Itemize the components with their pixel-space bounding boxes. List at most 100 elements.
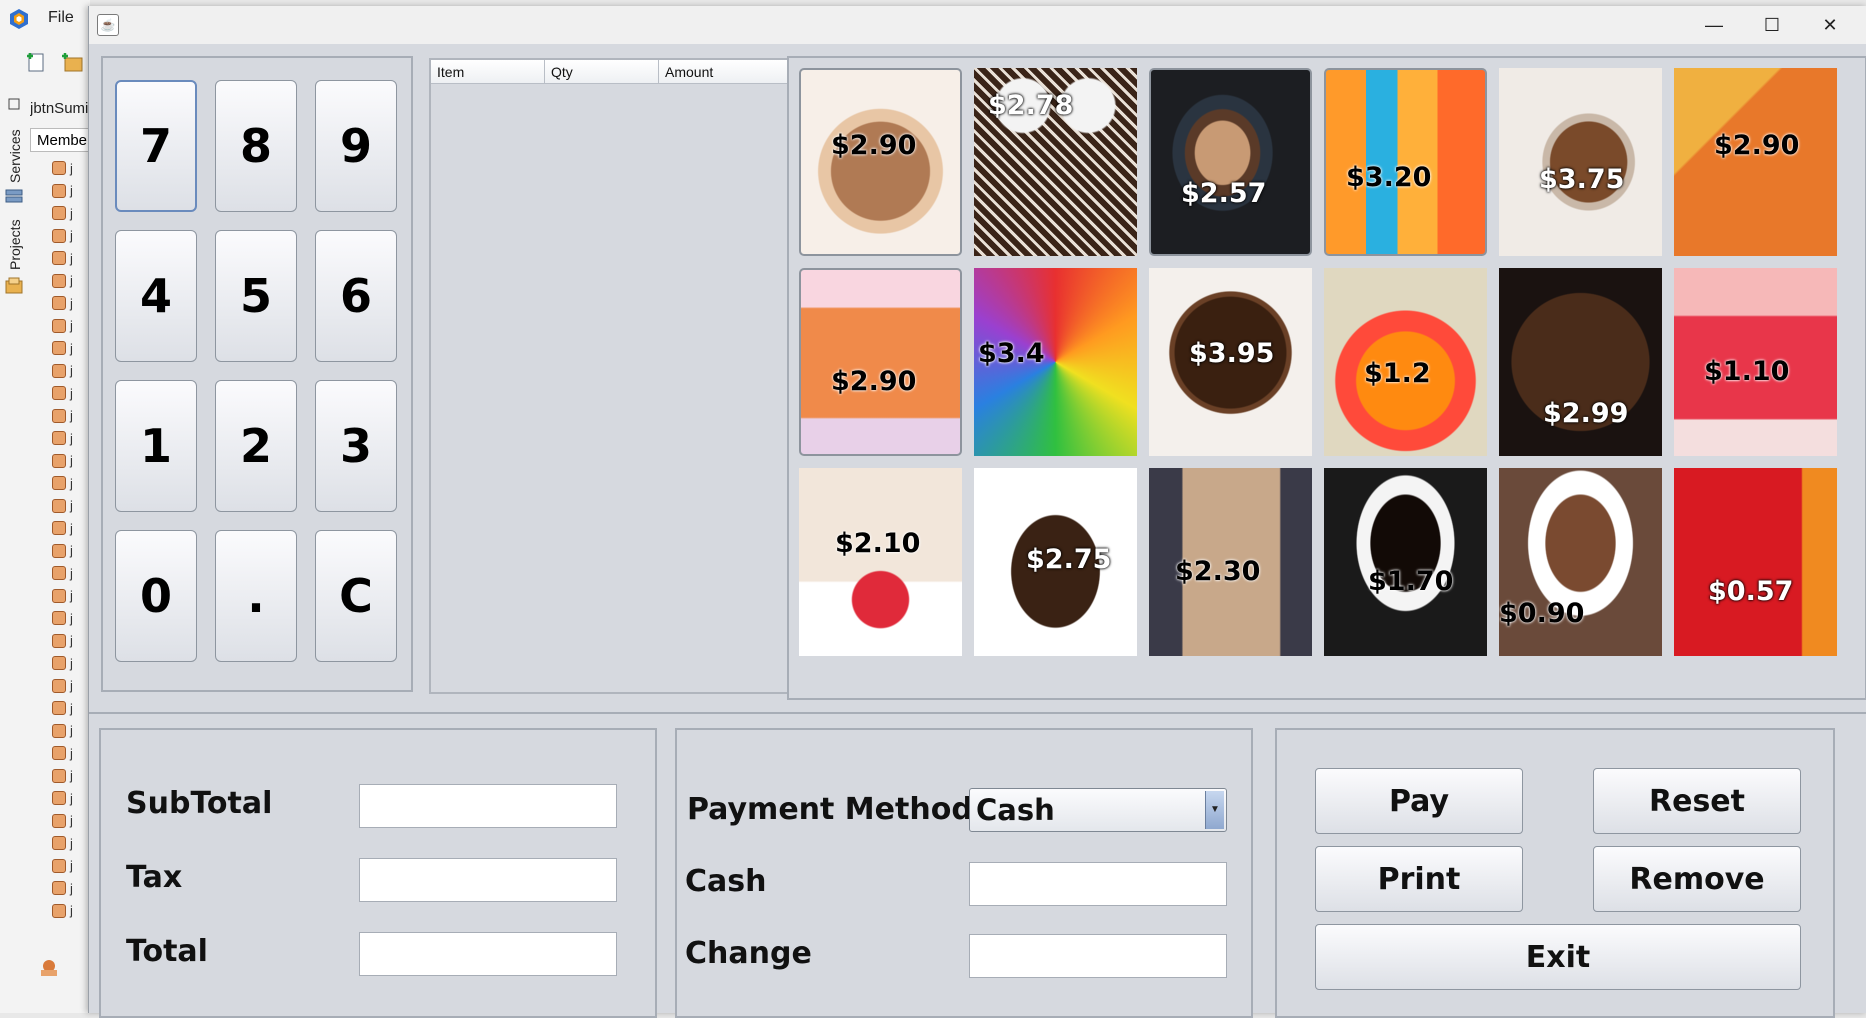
product-chocolate-layer-cake-button[interactable]: $2.75 [974, 468, 1137, 656]
navigator-icon[interactable] [38, 958, 60, 978]
payment-method-select[interactable]: Cash ▼ [969, 788, 1227, 832]
dropdown-arrow-icon[interactable]: ▼ [1205, 791, 1224, 829]
tree-row[interactable]: j [52, 361, 90, 381]
key-decimal-button[interactable]: . [215, 530, 297, 662]
print-button[interactable]: Print [1315, 846, 1523, 912]
java-file-icon [52, 633, 66, 648]
tree-row[interactable]: j [52, 766, 90, 786]
tree-row[interactable]: j [52, 811, 90, 831]
product-cocktails-button[interactable]: $3.20 [1324, 68, 1487, 256]
product-milkshake-button[interactable]: $2.30 [1149, 468, 1312, 656]
key-three-button[interactable]: 3 [315, 380, 397, 512]
tree-row[interactable]: j [52, 383, 90, 403]
key-nine-button[interactable]: 9 [315, 80, 397, 212]
restore-window-icon[interactable] [8, 98, 20, 110]
key-one-button[interactable]: 1 [115, 380, 197, 512]
column-qty[interactable]: Qty [545, 60, 659, 84]
product-chocolate-mousse-button[interactable]: $3.75 [1499, 68, 1662, 256]
change-field[interactable] [969, 934, 1227, 978]
tree-row[interactable]: j [52, 316, 90, 336]
subtotal-field[interactable] [359, 784, 617, 828]
tree-row[interactable]: j [52, 608, 90, 628]
total-field[interactable] [359, 932, 617, 976]
key-clear-button[interactable]: C [315, 530, 397, 662]
tree-row[interactable]: j [52, 158, 90, 178]
tree-row[interactable]: j [52, 338, 90, 358]
tree-row[interactable]: j [52, 541, 90, 561]
key-five-button[interactable]: 5 [215, 230, 297, 362]
ide-menu-file[interactable]: File [48, 9, 74, 27]
tree-row[interactable]: j [52, 293, 90, 313]
tree-row[interactable]: j [52, 473, 90, 493]
key-eight-button[interactable]: 8 [215, 80, 297, 212]
tree-row[interactable]: j [52, 563, 90, 583]
ide-editor-tab[interactable]: jbtnSumi [30, 100, 90, 117]
minimize-button[interactable]: — [1685, 6, 1743, 44]
key-six-button[interactable]: 6 [315, 230, 397, 362]
java-file-icon [52, 678, 66, 693]
column-item[interactable]: Item [431, 60, 545, 84]
product-orange-juice-button[interactable]: $1.2 [1324, 268, 1487, 456]
tree-row[interactable]: j [52, 496, 90, 516]
new-file-icon[interactable] [24, 50, 48, 74]
tree-row[interactable]: j [52, 428, 90, 448]
product-watermelon-juice-button[interactable]: $1.10 [1674, 268, 1837, 456]
tree-row[interactable]: j [52, 698, 90, 718]
tree-row[interactable]: j [52, 856, 90, 876]
tree-row[interactable]: j [52, 676, 90, 696]
product-sponge-cake-button[interactable]: $2.90 [1674, 68, 1837, 256]
tree-row[interactable]: j [52, 181, 90, 201]
product-coffee-beans-button[interactable]: $3.95 [1149, 268, 1312, 456]
maximize-button[interactable]: ☐ [1743, 6, 1801, 44]
tree-row[interactable]: j [52, 203, 90, 223]
remove-button[interactable]: Remove [1593, 846, 1801, 912]
reset-button[interactable]: Reset [1593, 768, 1801, 834]
tree-row[interactable]: j [52, 586, 90, 606]
ide-services-tab[interactable]: Services [2, 128, 28, 184]
key-two-button[interactable]: 2 [215, 380, 297, 512]
exit-button[interactable]: Exit [1315, 924, 1801, 990]
tree-row[interactable]: j [52, 226, 90, 246]
tree-row[interactable]: j [52, 518, 90, 538]
key-zero-button[interactable]: 0 [115, 530, 197, 662]
product-rainbow-cake-button[interactable]: $3.4 [974, 268, 1137, 456]
new-project-icon[interactable] [60, 50, 84, 74]
product-hot-chocolate-button[interactable]: $0.90 [1499, 468, 1662, 656]
product-price-label: $3.4 [978, 338, 1045, 369]
ide-member-field[interactable]: Membe [30, 128, 90, 152]
cash-field[interactable] [969, 862, 1227, 906]
tree-row-label: j [70, 430, 73, 446]
product-black-forest-cake-button[interactable]: $2.78 [974, 68, 1137, 256]
key-seven-button[interactable]: 7 [115, 80, 197, 212]
payment-method-label: Payment Method [687, 792, 973, 827]
tree-row[interactable]: j [52, 406, 90, 426]
ide-projects-tab[interactable]: Projects [2, 216, 28, 274]
java-file-icon [52, 813, 66, 828]
java-file-icon [52, 408, 66, 423]
tree-row[interactable]: j [52, 653, 90, 673]
tree-row[interactable]: j [52, 788, 90, 808]
tree-row[interactable]: j [52, 721, 90, 741]
tree-row[interactable]: j [52, 901, 90, 921]
tree-row[interactable]: j [52, 833, 90, 853]
product-strawberry-chocolate-cake-button[interactable]: $2.99 [1499, 268, 1662, 456]
tree-row[interactable]: j [52, 878, 90, 898]
product-cappuccino-button[interactable]: $2.57 [1149, 68, 1312, 256]
tree-row[interactable]: j [52, 743, 90, 763]
product-berry-cake-button[interactable]: $2.10 [799, 468, 962, 656]
pay-button[interactable]: Pay [1315, 768, 1523, 834]
java-file-icon [52, 543, 66, 558]
product-heart-cake-button[interactable]: $2.90 [799, 68, 962, 256]
tree-row[interactable]: j [52, 451, 90, 471]
product-black-coffee-button[interactable]: $1.70 [1324, 468, 1487, 656]
actions-panel: Pay Reset Print Remove Exit [1275, 728, 1835, 1018]
subtotal-label: SubTotal [126, 786, 273, 821]
product-iced-tea-button[interactable]: $2.90 [799, 268, 962, 456]
product-coca-cola-button[interactable]: $0.57 [1674, 468, 1837, 656]
tree-row[interactable]: j [52, 248, 90, 268]
tree-row[interactable]: j [52, 271, 90, 291]
tree-row[interactable]: j [52, 631, 90, 651]
close-button[interactable]: ✕ [1801, 6, 1859, 44]
tax-field[interactable] [359, 858, 617, 902]
key-four-button[interactable]: 4 [115, 230, 197, 362]
